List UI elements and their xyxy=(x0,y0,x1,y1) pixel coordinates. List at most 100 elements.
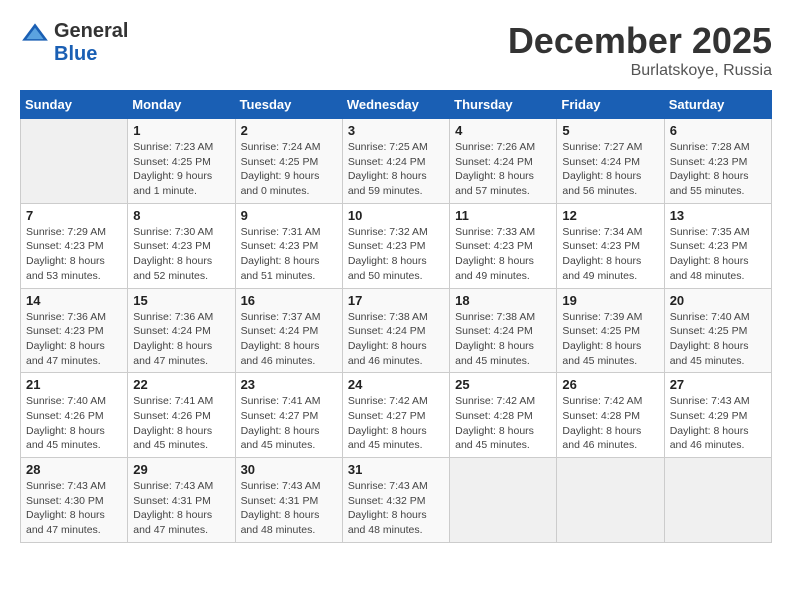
calendar-week-4: 21Sunrise: 7:40 AM Sunset: 4:26 PM Dayli… xyxy=(21,373,772,458)
day-number: 30 xyxy=(241,462,337,477)
day-number: 19 xyxy=(562,293,658,308)
day-number: 3 xyxy=(348,123,444,138)
calendar-cell: 27 Sunrise: 7:43 AM Sunset: 4:29 PM Dayli… xyxy=(664,373,771,458)
weekday-tuesday: Tuesday xyxy=(235,91,342,119)
weekday-wednesday: Wednesday xyxy=(342,91,449,119)
day-info: Sunrise: 7:35 AM Sunset: 4:23 PM Dayligh… xyxy=(670,225,766,284)
weekday-sunday: Sunday xyxy=(21,91,128,119)
logo-blue: Blue xyxy=(54,43,97,66)
day-number: 23 xyxy=(241,377,337,392)
calendar-cell: 22 Sunrise: 7:41 AM Sunset: 4:26 PM Dayli… xyxy=(128,373,235,458)
day-info: Sunrise: 7:37 AM Sunset: 4:24 PM Dayligh… xyxy=(241,310,337,369)
day-info: Sunrise: 7:38 AM Sunset: 4:24 PM Dayligh… xyxy=(348,310,444,369)
calendar-cell: 18 Sunrise: 7:38 AM Sunset: 4:24 PM Dayli… xyxy=(450,288,557,373)
calendar-cell: 23Sunrise: 7:41 AM Sunset: 4:27 PM Dayli… xyxy=(235,373,342,458)
calendar-cell: 14 Sunrise: 7:36 AM Sunset: 4:23 PM Dayli… xyxy=(21,288,128,373)
calendar-cell xyxy=(450,458,557,543)
calendar-cell: 4Sunrise: 7:26 AM Sunset: 4:24 PM Daylig… xyxy=(450,119,557,204)
day-number: 10 xyxy=(348,208,444,223)
calendar-cell: 8 Sunrise: 7:30 AM Sunset: 4:23 PM Daylig… xyxy=(128,203,235,288)
calendar-cell: 17 Sunrise: 7:38 AM Sunset: 4:24 PM Dayli… xyxy=(342,288,449,373)
calendar-cell: 2 Sunrise: 7:24 AM Sunset: 4:25 PM Daylig… xyxy=(235,119,342,204)
day-info: Sunrise: 7:27 AM Sunset: 4:24 PM Dayligh… xyxy=(562,140,658,199)
day-info: Sunrise: 7:36 AM Sunset: 4:24 PM Dayligh… xyxy=(133,310,229,369)
weekday-thursday: Thursday xyxy=(450,91,557,119)
day-number: 15 xyxy=(133,293,229,308)
logo: General Blue xyxy=(20,20,128,66)
day-number: 27 xyxy=(670,377,766,392)
day-number: 14 xyxy=(26,293,122,308)
calendar-cell: 12 Sunrise: 7:34 AM Sunset: 4:23 PM Dayli… xyxy=(557,203,664,288)
calendar-header: SundayMondayTuesdayWednesdayThursdayFrid… xyxy=(21,91,772,119)
page-header: General Blue December 2025 Burlatskoye, … xyxy=(20,20,772,80)
weekday-saturday: Saturday xyxy=(664,91,771,119)
calendar-week-2: 7 Sunrise: 7:29 AM Sunset: 4:23 PM Daylig… xyxy=(21,203,772,288)
day-number: 28 xyxy=(26,462,122,477)
calendar-cell: 19 Sunrise: 7:39 AM Sunset: 4:25 PM Dayli… xyxy=(557,288,664,373)
calendar-cell: 15 Sunrise: 7:36 AM Sunset: 4:24 PM Dayli… xyxy=(128,288,235,373)
calendar-cell: 6Sunrise: 7:28 AM Sunset: 4:23 PM Daylig… xyxy=(664,119,771,204)
calendar-cell: 13Sunrise: 7:35 AM Sunset: 4:23 PM Dayli… xyxy=(664,203,771,288)
day-info: Sunrise: 7:43 AM Sunset: 4:29 PM Dayligh… xyxy=(670,394,766,453)
day-number: 22 xyxy=(133,377,229,392)
day-number: 9 xyxy=(241,208,337,223)
day-info: Sunrise: 7:36 AM Sunset: 4:23 PM Dayligh… xyxy=(26,310,122,369)
calendar-body: 1 Sunrise: 7:23 AM Sunset: 4:25 PM Daylig… xyxy=(21,119,772,543)
day-number: 26 xyxy=(562,377,658,392)
location: Burlatskoye, Russia xyxy=(508,62,772,80)
day-number: 8 xyxy=(133,208,229,223)
day-number: 18 xyxy=(455,293,551,308)
day-number: 6 xyxy=(670,123,766,138)
calendar-cell: 30 Sunrise: 7:43 AM Sunset: 4:31 PM Dayli… xyxy=(235,458,342,543)
day-info: Sunrise: 7:25 AM Sunset: 4:24 PM Dayligh… xyxy=(348,140,444,199)
day-number: 2 xyxy=(241,123,337,138)
calendar-cell: 16 Sunrise: 7:37 AM Sunset: 4:24 PM Dayli… xyxy=(235,288,342,373)
day-number: 17 xyxy=(348,293,444,308)
day-number: 29 xyxy=(133,462,229,477)
day-info: Sunrise: 7:33 AM Sunset: 4:23 PM Dayligh… xyxy=(455,225,551,284)
day-info: Sunrise: 7:32 AM Sunset: 4:23 PM Dayligh… xyxy=(348,225,444,284)
day-number: 24 xyxy=(348,377,444,392)
calendar-cell xyxy=(664,458,771,543)
calendar-cell: 31Sunrise: 7:43 AM Sunset: 4:32 PM Dayli… xyxy=(342,458,449,543)
weekday-monday: Monday xyxy=(128,91,235,119)
calendar-cell: 1 Sunrise: 7:23 AM Sunset: 4:25 PM Daylig… xyxy=(128,119,235,204)
day-number: 5 xyxy=(562,123,658,138)
calendar-week-5: 28 Sunrise: 7:43 AM Sunset: 4:30 PM Dayli… xyxy=(21,458,772,543)
day-info: Sunrise: 7:29 AM Sunset: 4:23 PM Dayligh… xyxy=(26,225,122,284)
day-number: 16 xyxy=(241,293,337,308)
day-info: Sunrise: 7:38 AM Sunset: 4:24 PM Dayligh… xyxy=(455,310,551,369)
day-info: Sunrise: 7:42 AM Sunset: 4:28 PM Dayligh… xyxy=(562,394,658,453)
day-info: Sunrise: 7:43 AM Sunset: 4:32 PM Dayligh… xyxy=(348,479,444,538)
day-number: 1 xyxy=(133,123,229,138)
calendar-cell: 28 Sunrise: 7:43 AM Sunset: 4:30 PM Dayli… xyxy=(21,458,128,543)
weekday-header-row: SundayMondayTuesdayWednesdayThursdayFrid… xyxy=(21,91,772,119)
calendar-cell: 20Sunrise: 7:40 AM Sunset: 4:25 PM Dayli… xyxy=(664,288,771,373)
day-info: Sunrise: 7:39 AM Sunset: 4:25 PM Dayligh… xyxy=(562,310,658,369)
day-info: Sunrise: 7:42 AM Sunset: 4:27 PM Dayligh… xyxy=(348,394,444,453)
day-info: Sunrise: 7:24 AM Sunset: 4:25 PM Dayligh… xyxy=(241,140,337,199)
title-section: December 2025 Burlatskoye, Russia xyxy=(508,20,772,80)
day-info: Sunrise: 7:43 AM Sunset: 4:31 PM Dayligh… xyxy=(241,479,337,538)
day-info: Sunrise: 7:26 AM Sunset: 4:24 PM Dayligh… xyxy=(455,140,551,199)
day-info: Sunrise: 7:23 AM Sunset: 4:25 PM Dayligh… xyxy=(133,140,229,199)
day-info: Sunrise: 7:40 AM Sunset: 4:26 PM Dayligh… xyxy=(26,394,122,453)
calendar-cell: 10 Sunrise: 7:32 AM Sunset: 4:23 PM Dayli… xyxy=(342,203,449,288)
calendar-cell: 26 Sunrise: 7:42 AM Sunset: 4:28 PM Dayli… xyxy=(557,373,664,458)
day-number: 7 xyxy=(26,208,122,223)
calendar-week-3: 14 Sunrise: 7:36 AM Sunset: 4:23 PM Dayli… xyxy=(21,288,772,373)
day-info: Sunrise: 7:34 AM Sunset: 4:23 PM Dayligh… xyxy=(562,225,658,284)
calendar-cell: 24 Sunrise: 7:42 AM Sunset: 4:27 PM Dayli… xyxy=(342,373,449,458)
day-number: 25 xyxy=(455,377,551,392)
calendar-cell: 11Sunrise: 7:33 AM Sunset: 4:23 PM Dayli… xyxy=(450,203,557,288)
calendar-cell: 9Sunrise: 7:31 AM Sunset: 4:23 PM Daylig… xyxy=(235,203,342,288)
day-number: 12 xyxy=(562,208,658,223)
calendar-cell: 25Sunrise: 7:42 AM Sunset: 4:28 PM Dayli… xyxy=(450,373,557,458)
weekday-friday: Friday xyxy=(557,91,664,119)
day-info: Sunrise: 7:41 AM Sunset: 4:26 PM Dayligh… xyxy=(133,394,229,453)
day-info: Sunrise: 7:40 AM Sunset: 4:25 PM Dayligh… xyxy=(670,310,766,369)
calendar-week-1: 1 Sunrise: 7:23 AM Sunset: 4:25 PM Daylig… xyxy=(21,119,772,204)
day-info: Sunrise: 7:30 AM Sunset: 4:23 PM Dayligh… xyxy=(133,225,229,284)
day-info: Sunrise: 7:43 AM Sunset: 4:30 PM Dayligh… xyxy=(26,479,122,538)
logo-general: General xyxy=(54,20,128,43)
